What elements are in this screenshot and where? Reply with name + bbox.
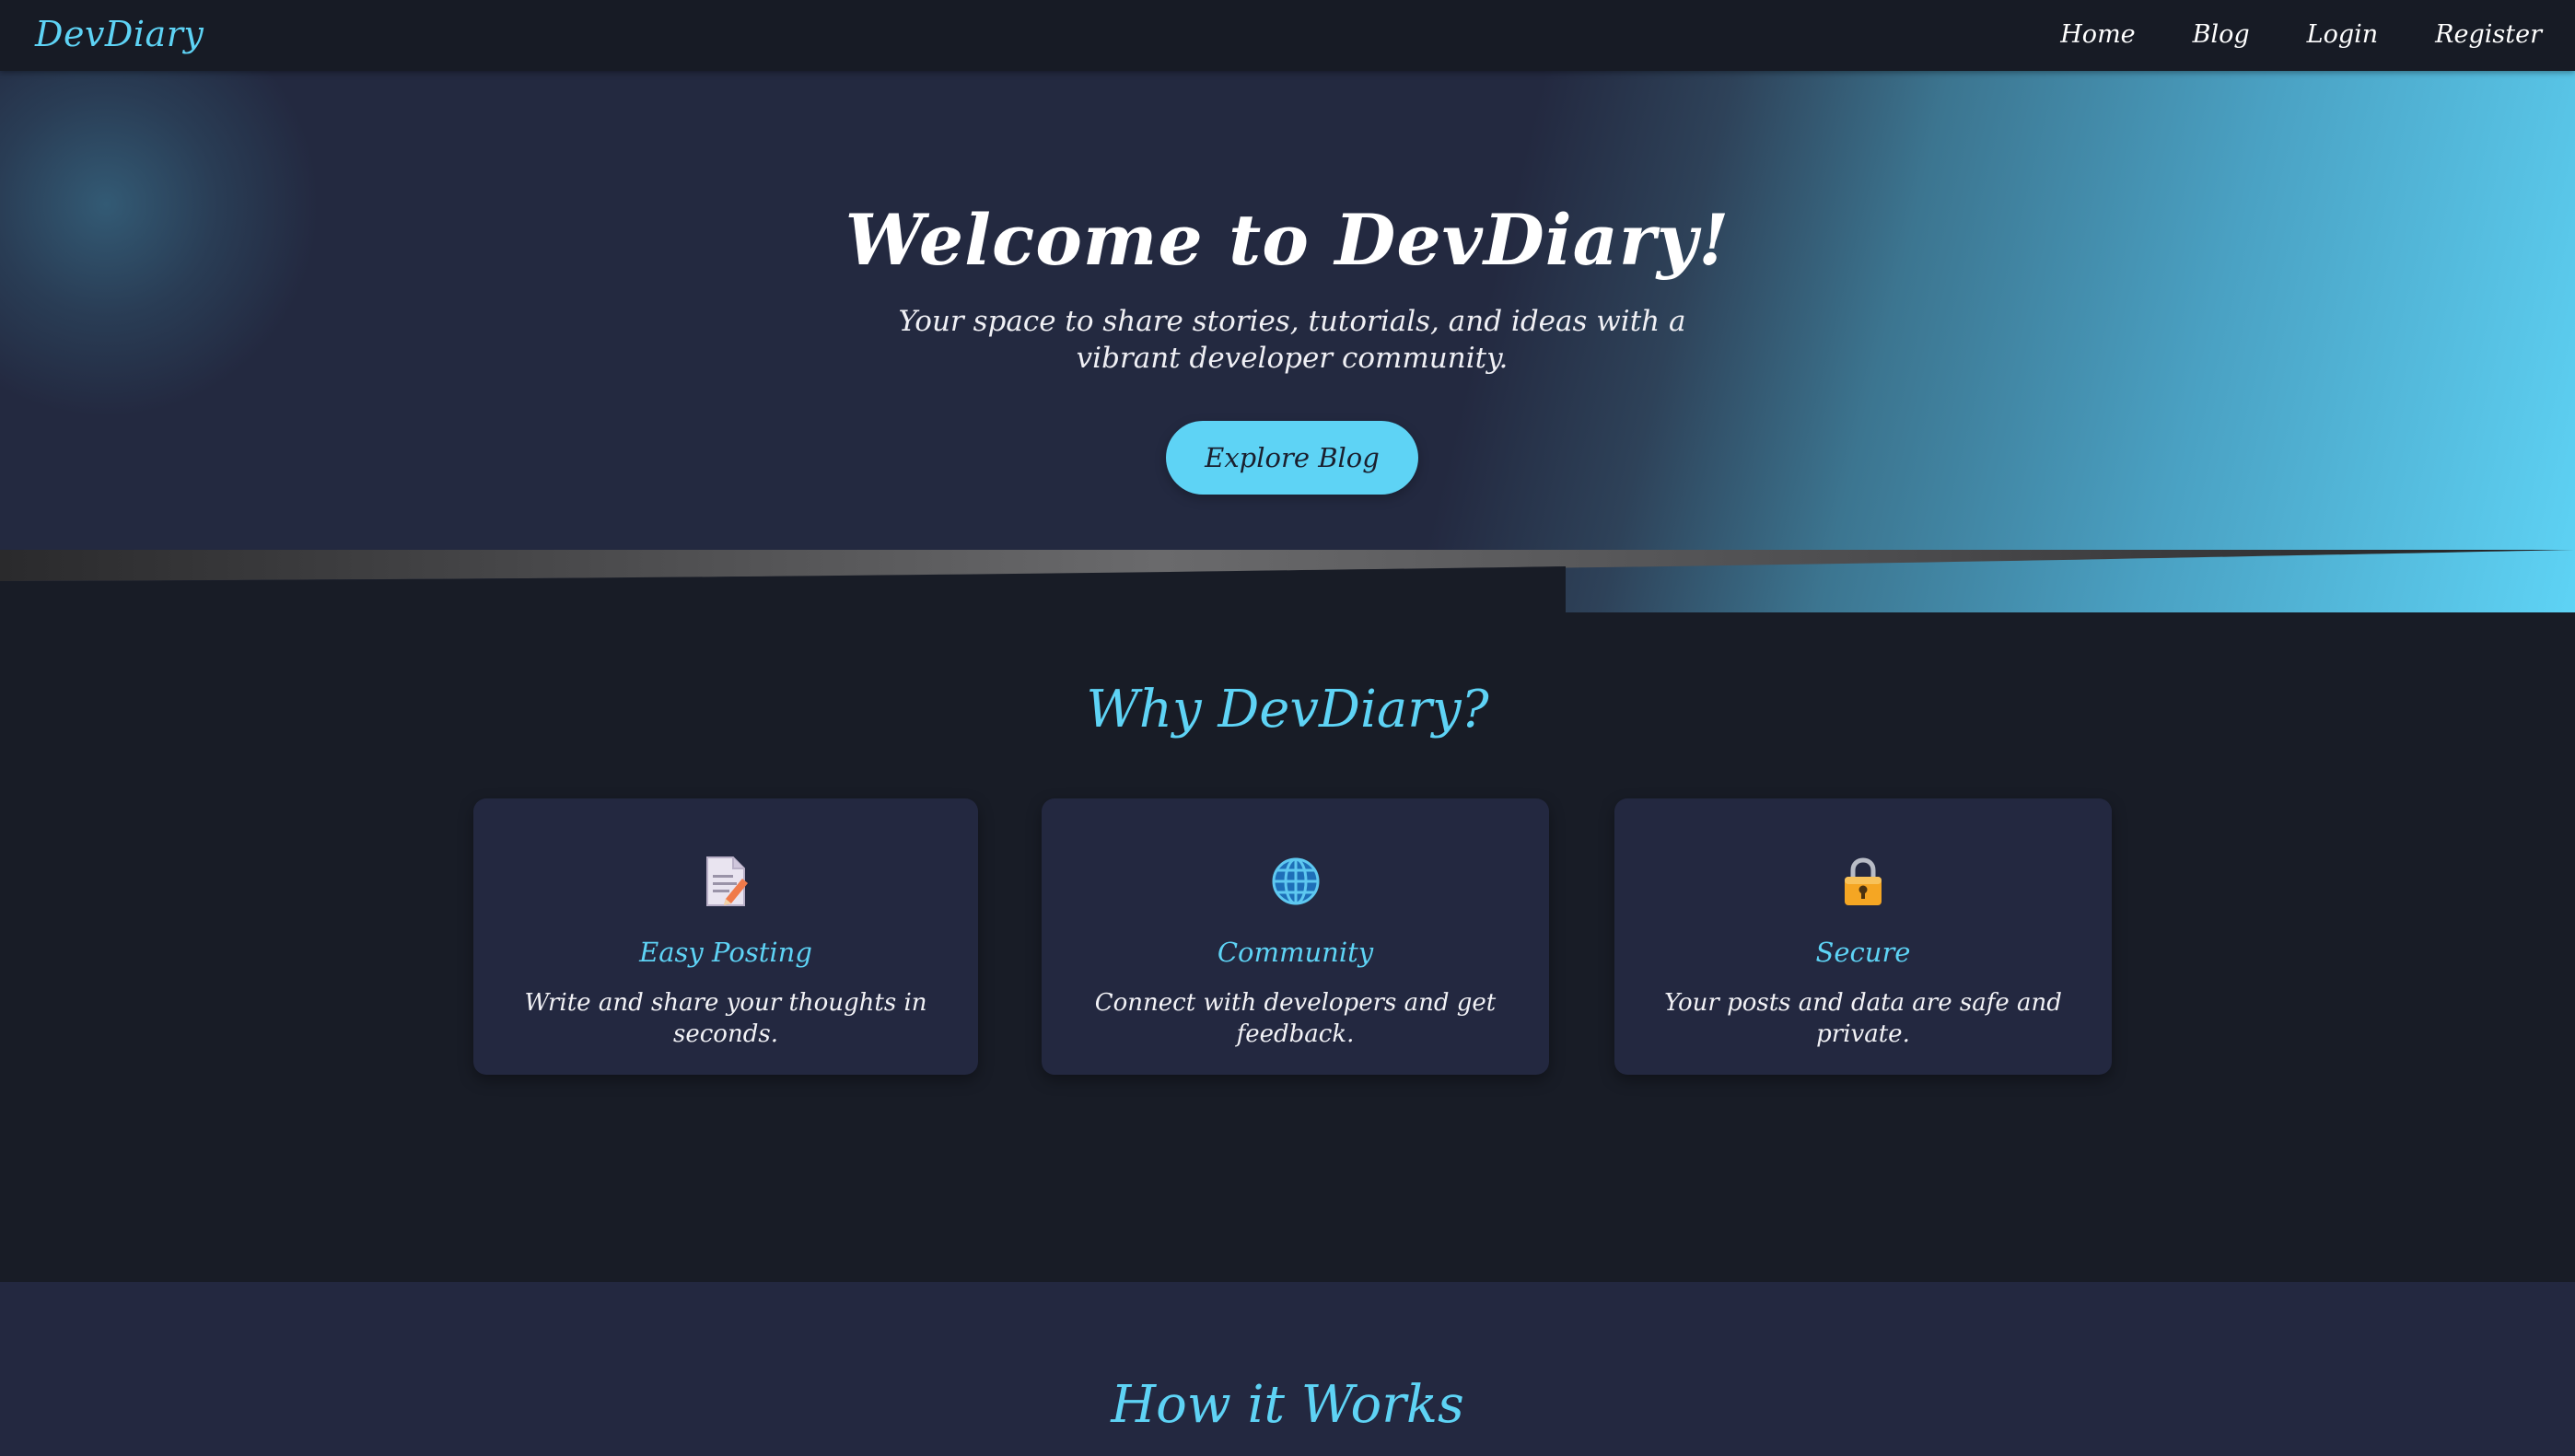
feature-title: Secure: [1815, 937, 1911, 968]
feature-card-easy-posting: Easy Posting Write and share your though…: [473, 798, 978, 1075]
explore-blog-button[interactable]: Explore Blog: [1166, 421, 1418, 495]
feature-title: Community: [1217, 937, 1374, 968]
why-section: Why DevDiary? Easy Posting Write and sha…: [0, 612, 2575, 1282]
nav-link-register[interactable]: Register: [2435, 18, 2542, 52]
feature-description: Write and share your thoughts in seconds…: [524, 989, 927, 1048]
feature-description: Connect with developers and get feedback…: [1094, 989, 1497, 1048]
feature-description: Your posts and data are safe and private…: [1664, 989, 2062, 1048]
navbar: DevDiary Home Blog Login Register: [0, 0, 2575, 71]
hero-subtitle: Your space to share stories, tutorials, …: [898, 305, 1686, 375]
feature-title: Easy Posting: [639, 937, 812, 968]
how-section: How it Works: [0, 1282, 2575, 1456]
memo-icon: [473, 854, 978, 909]
hero-title: Welcome to DevDiary!: [845, 199, 1730, 281]
nav-links: Home Blog Login Register: [2060, 18, 2542, 52]
hero-wave-divider: [0, 550, 2575, 612]
lock-icon: [1614, 854, 2112, 909]
hero-section: Welcome to DevDiary! Your space to share…: [0, 71, 2575, 612]
nav-link-blog[interactable]: Blog: [2193, 18, 2250, 52]
nav-link-home[interactable]: Home: [2060, 18, 2135, 52]
how-section-title: How it Works: [1111, 1375, 1464, 1435]
why-section-title: Why DevDiary?: [1086, 680, 1489, 740]
nav-link-login[interactable]: Login: [2307, 18, 2379, 52]
feature-card-secure: Secure Your posts and data are safe and …: [1614, 798, 2112, 1075]
globe-icon: [1042, 854, 1549, 909]
brand-logo[interactable]: DevDiary: [35, 12, 204, 56]
feature-card-community: Community Connect with developers and ge…: [1042, 798, 1549, 1075]
